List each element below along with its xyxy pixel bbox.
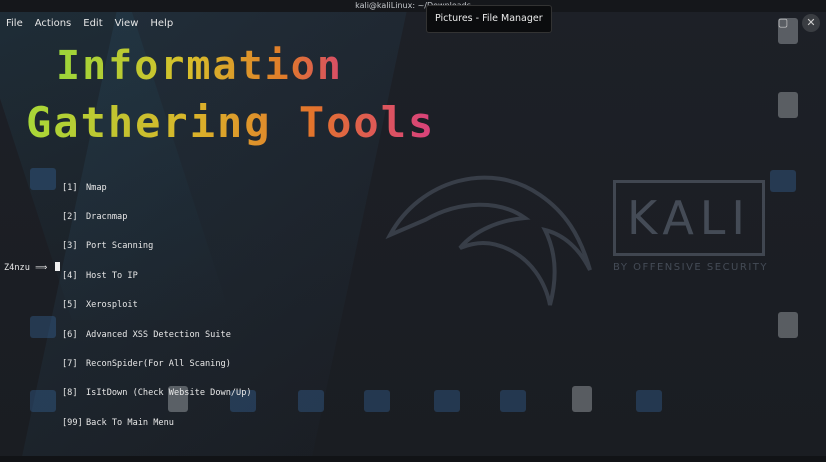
kali-dragon-logo [385,175,592,306]
menu-option: [7] ReconSpider(For All Scaning) [62,358,231,369]
menu-view[interactable]: View [109,14,145,34]
folder-icon[interactable] [30,390,56,412]
menu-edit[interactable]: Edit [77,14,108,34]
text-cursor [54,262,60,271]
document-icon[interactable] [778,92,798,118]
menu-file[interactable]: File [0,14,29,34]
menu-bar: File Actions Edit View Help [0,14,179,34]
menu-option: [5] Xerosploit [62,300,138,311]
menu-option: [4] Host To IP [62,270,138,281]
prompt-user: Z4nzu [4,263,30,273]
folder-icon[interactable] [30,168,56,190]
window-title: kali@kaliLinux: ~/Downloads [355,1,471,10]
banner-line-1: Information [56,43,343,89]
menu-option: [8] IsItDown (Check Website Down/Up) [62,388,252,399]
menu-help[interactable]: Help [144,14,179,34]
folder-icon[interactable] [298,390,324,412]
menu-option: [6] Advanced XSS Detection Suite [62,329,231,340]
desktop-screen: KALI BY OFFENSIVE SECURITY kali@kaliLinu… [0,0,826,462]
folder-icon[interactable] [30,316,56,338]
tool-menu: [1] Nmap [2] Dracnmap [3] Port Scanning [4]… [62,164,252,448]
terminal-prompt[interactable]: Z4nzu ⟹ [4,262,60,273]
menu-actions[interactable]: Actions [29,14,78,34]
menu-option: [1] Nmap [62,182,107,193]
prompt-arrow: ⟹ [35,263,48,273]
folder-icon[interactable] [770,170,796,192]
menu-option: [2] Dracnmap [62,211,128,222]
taskbar-tooltip: Pictures - File Manager [426,5,552,33]
kali-tagline: BY OFFENSIVE SECURITY [613,262,768,273]
document-icon[interactable] [572,386,592,412]
folder-icon[interactable] [434,390,460,412]
folder-icon[interactable] [636,390,662,412]
close-icon[interactable]: ✕ [802,14,820,32]
banner-line-2: Gathering Tools [26,98,436,147]
folder-icon[interactable] [500,390,526,412]
title-bar: kali@kaliLinux: ~/Downloads [0,0,826,12]
menu-option: [3] Port Scanning [62,241,154,252]
kali-wordmark: KALI [613,180,765,256]
maximize-icon[interactable]: ▢ [774,14,792,32]
menu-option: [99] Back To Main Menu [62,417,174,428]
bottom-panel [0,456,826,462]
folder-icon[interactable] [364,390,390,412]
document-icon[interactable] [778,312,798,338]
